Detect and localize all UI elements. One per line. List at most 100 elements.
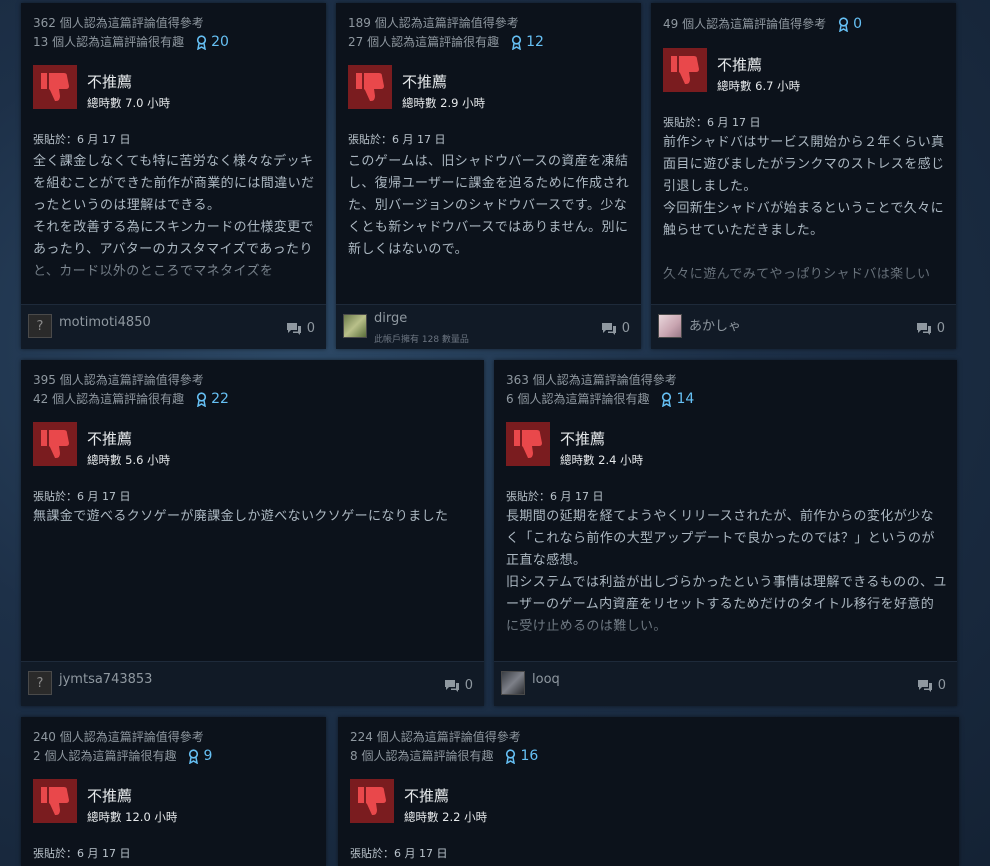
helpful-count: 224 個人認為這篇評論值得參考 bbox=[350, 730, 521, 744]
author-name[interactable]: jymtsa743853 bbox=[59, 672, 152, 687]
verdict-label: 不推薦 bbox=[402, 73, 448, 91]
helpful-stats: 395 個人認為這篇評論值得參考 42 個人認為這篇評論很有趣 22 bbox=[33, 371, 229, 409]
review-footer: looq 0 bbox=[494, 661, 957, 706]
avatar[interactable] bbox=[343, 314, 367, 338]
helpful-stats: 240 個人認為這篇評論值得參考 2 個人認為這篇評論很有趣 9 bbox=[33, 728, 212, 766]
text-fade bbox=[651, 251, 956, 301]
comments-button[interactable]: 0 bbox=[917, 678, 946, 693]
thumbs-down-icon bbox=[33, 65, 77, 109]
funny-count: 27 個人認為這篇評論很有趣 bbox=[348, 35, 500, 49]
posted-date: 張貼於：6 月 17 日 bbox=[350, 847, 448, 860]
helpful-count: 395 個人認為這篇評論值得參考 bbox=[33, 373, 204, 387]
comment-count: 0 bbox=[306, 321, 315, 336]
review-footer: あかしゃ 0 bbox=[651, 304, 956, 349]
avatar[interactable] bbox=[658, 314, 682, 338]
comment-icon bbox=[286, 322, 301, 335]
award-count: 16 bbox=[520, 748, 539, 764]
avatar[interactable] bbox=[501, 671, 525, 695]
comments-button[interactable]: 0 bbox=[916, 321, 945, 336]
review-card[interactable]: 362 個人認為這篇評論值得參考 13 個人認為這篇評論很有趣 20 不推薦 總… bbox=[21, 3, 326, 349]
comment-count: 0 bbox=[464, 678, 473, 693]
helpful-count: 240 個人認為這篇評論值得參考 bbox=[33, 730, 204, 744]
posted-date: 張貼於：6 月 17 日 bbox=[33, 847, 131, 860]
funny-count: 6 個人認為這篇評論很有趣 bbox=[506, 392, 650, 406]
award-count: 22 bbox=[211, 391, 229, 407]
comment-icon bbox=[601, 322, 616, 335]
playtime: 總時數 6.7 小時 bbox=[717, 79, 801, 93]
author-name[interactable]: あかしゃ bbox=[689, 315, 741, 334]
posted-date: 張貼於：6 月 17 日 bbox=[663, 116, 761, 129]
award-icon bbox=[506, 749, 516, 764]
helpful-stats: 363 個人認為這篇評論值得參考 6 個人認為這篇評論很有趣 14 bbox=[506, 371, 694, 409]
verdict-label: 不推薦 bbox=[87, 73, 133, 91]
helpful-count: 189 個人認為這篇評論值得參考 bbox=[348, 16, 519, 30]
thumbs-down-icon bbox=[33, 779, 77, 823]
posted-date: 張貼於：6 月 17 日 bbox=[506, 490, 604, 503]
playtime: 總時數 5.6 小時 bbox=[87, 453, 171, 467]
text-fade bbox=[21, 253, 326, 303]
posted-date: 張貼於：6 月 17 日 bbox=[33, 133, 131, 146]
thumbs-down-icon bbox=[506, 422, 550, 466]
comment-icon bbox=[444, 679, 459, 692]
review-card[interactable]: 395 個人認為這篇評論值得參考 42 個人認為這篇評論很有趣 22 不推薦 總… bbox=[21, 360, 484, 706]
award-badge[interactable]: 20 bbox=[196, 33, 229, 52]
comment-count: 0 bbox=[621, 321, 630, 336]
helpful-stats: 224 個人認為這篇評論值得參考 8 個人認為這篇評論很有趣 16 bbox=[350, 728, 538, 766]
award-badge[interactable]: 22 bbox=[196, 390, 229, 409]
helpful-count: 362 個人認為這篇評論值得參考 bbox=[33, 16, 204, 30]
playtime: 總時數 2.4 小時 bbox=[560, 453, 644, 467]
review-text[interactable]: 無課金で遊べるクソゲーが廃課金しか遊べないクソゲーになりました bbox=[33, 506, 474, 634]
award-badge[interactable]: 0 bbox=[838, 15, 862, 34]
award-icon bbox=[196, 35, 207, 50]
award-icon bbox=[662, 392, 672, 407]
award-count: 14 bbox=[676, 391, 695, 407]
award-icon bbox=[511, 35, 522, 50]
award-badge[interactable]: 9 bbox=[188, 747, 212, 766]
award-count: 0 bbox=[853, 16, 863, 32]
award-icon bbox=[838, 17, 849, 32]
review-footer: ? motimoti4850 0 bbox=[21, 304, 326, 349]
review-card[interactable]: 224 個人認為這篇評論值得參考 8 個人認為這篇評論很有趣 16 不推薦 總時… bbox=[338, 717, 959, 866]
helpful-stats: 189 個人認為這篇評論值得參考 27 個人認為這篇評論很有趣 12 bbox=[348, 14, 544, 52]
review-card[interactable]: 240 個人認為這篇評論值得參考 2 個人認為這篇評論很有趣 9 不推薦 總時數… bbox=[21, 717, 326, 866]
award-count: 20 bbox=[211, 34, 229, 50]
posted-date: 張貼於：6 月 17 日 bbox=[348, 133, 446, 146]
review-card[interactable]: 363 個人認為這篇評論值得參考 6 個人認為這篇評論很有趣 14 不推薦 總時… bbox=[494, 360, 957, 706]
review-card[interactable]: 189 個人認為這篇評論值得參考 27 個人認為這篇評論很有趣 12 不推薦 總… bbox=[336, 3, 641, 349]
author-name[interactable]: looq bbox=[532, 672, 560, 687]
funny-count: 13 個人認為這篇評論很有趣 bbox=[33, 35, 185, 49]
award-icon bbox=[196, 392, 207, 407]
avatar[interactable]: ? bbox=[28, 671, 52, 695]
author-name[interactable]: dirge bbox=[374, 311, 407, 326]
funny-count: 2 個人認為這篇評論很有趣 bbox=[33, 749, 177, 763]
award-badge[interactable]: 12 bbox=[511, 33, 544, 52]
author-name[interactable]: motimoti4850 bbox=[59, 315, 151, 330]
comments-button[interactable]: 0 bbox=[286, 321, 315, 336]
helpful-stats: 49 個人認為這篇評論值得參考 0 bbox=[663, 15, 862, 34]
avatar[interactable]: ? bbox=[28, 314, 52, 338]
comments-button[interactable]: 0 bbox=[601, 321, 630, 336]
verdict-label: 不推薦 bbox=[87, 430, 133, 448]
award-badge[interactable]: 16 bbox=[505, 747, 538, 766]
comment-count: 0 bbox=[937, 678, 946, 693]
thumbs-down-icon bbox=[350, 779, 394, 823]
award-count: 12 bbox=[526, 34, 544, 50]
award-icon bbox=[189, 749, 199, 764]
helpful-count: 49 個人認為這篇評論值得參考 bbox=[663, 17, 827, 31]
helpful-count: 363 個人認為這篇評論值得參考 bbox=[506, 373, 677, 387]
award-badge[interactable]: 14 bbox=[661, 390, 694, 409]
products-owned: 此帳戶擁有 128 數量品 bbox=[374, 335, 469, 345]
funny-count: 8 個人認為這篇評論很有趣 bbox=[350, 749, 494, 763]
review-card[interactable]: 49 個人認為這篇評論值得參考 0 不推薦 總時數 6.7 小時 張貼於：6 月… bbox=[651, 3, 956, 349]
verdict-label: 不推薦 bbox=[87, 787, 133, 805]
review-text[interactable]: このゲームは、旧シャドウバースの資産を凍結し、復帰ユーザーに課金を迫るために作成… bbox=[348, 151, 631, 279]
playtime: 總時數 2.9 小時 bbox=[402, 96, 486, 110]
verdict-label: 不推薦 bbox=[560, 430, 606, 448]
comment-count: 0 bbox=[936, 321, 945, 336]
helpful-stats: 362 個人認為這篇評論值得參考 13 個人認為這篇評論很有趣 20 bbox=[33, 14, 229, 52]
thumbs-down-icon bbox=[348, 65, 392, 109]
comment-icon bbox=[916, 322, 931, 335]
comments-button[interactable]: 0 bbox=[444, 678, 473, 693]
verdict-label: 不推薦 bbox=[717, 56, 763, 74]
comment-icon bbox=[917, 679, 932, 692]
